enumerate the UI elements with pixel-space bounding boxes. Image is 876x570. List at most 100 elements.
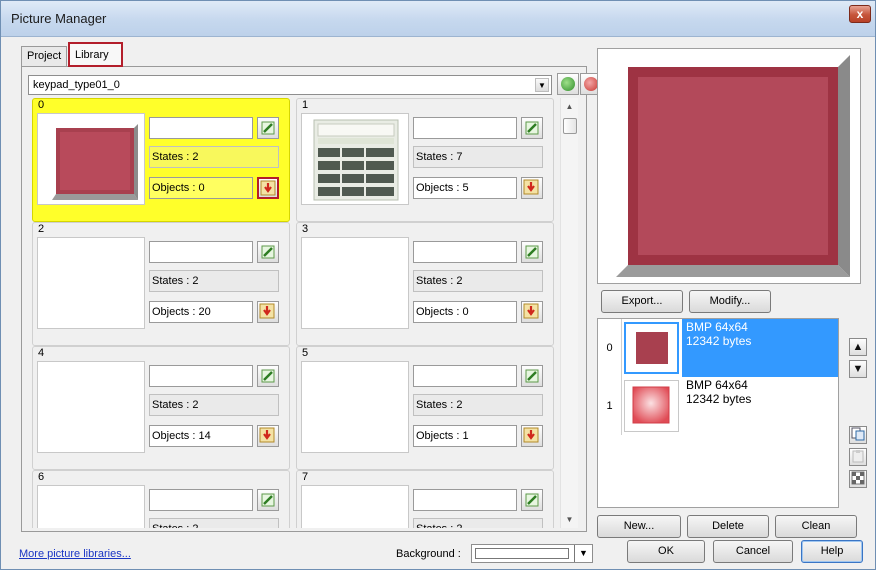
pink-tile-state-thumbnail [632, 386, 670, 424]
objects-button[interactable] [257, 301, 279, 323]
move-state-down-button[interactable]: ▼ [849, 360, 867, 378]
picture-cell-0[interactable]: 0 States : 2 Objects : 0 [32, 98, 290, 222]
move-state-up-button[interactable]: ▲ [849, 338, 867, 356]
picture-name-field[interactable] [413, 489, 517, 511]
picture-index: 7 [302, 471, 309, 483]
states-count: States : 2 [413, 518, 543, 528]
picture-cell-2[interactable]: 2 States : 2 Objects : 20 [32, 222, 290, 346]
paste-state-button[interactable] [849, 448, 867, 466]
export-button[interactable]: Export... [601, 290, 683, 313]
state-size: 12342 bytes [686, 392, 752, 406]
picture-thumbnail[interactable] [37, 113, 145, 205]
objects-button[interactable] [521, 425, 543, 447]
more-libraries-link[interactable]: More picture libraries... [19, 548, 131, 560]
state-row-1[interactable]: 1 BMP 64x64 12342 bytes [598, 377, 838, 435]
help-button[interactable]: Help [801, 540, 863, 563]
edit-name-button[interactable] [521, 117, 543, 139]
chevron-down-icon[interactable]: ▼ [574, 545, 592, 562]
delete-state-button[interactable]: Delete [687, 515, 769, 538]
state-size: 12342 bytes [686, 334, 752, 348]
title-bar[interactable]: Picture Manager x [1, 1, 875, 37]
tab-project[interactable]: Project [21, 46, 67, 67]
library-dropdown[interactable]: keypad_type01_0 ▼ [28, 75, 552, 95]
new-state-button[interactable]: New... [597, 515, 681, 538]
checkerboard-icon [851, 471, 865, 485]
download-objects-icon [259, 427, 275, 443]
pencil-icon [525, 369, 539, 383]
picture-thumbnail[interactable] [37, 361, 145, 453]
arrow-down-icon: ▼ [852, 363, 864, 375]
states-count: States : 2 [413, 394, 543, 416]
pencil-icon [261, 369, 275, 383]
red-tile-state-thumbnail [636, 332, 668, 364]
refresh-icon [561, 77, 575, 91]
picture-thumbnail[interactable] [301, 485, 409, 528]
chevron-down-icon[interactable]: ▼ [535, 78, 549, 92]
objects-count: Objects : 1 [413, 425, 517, 447]
background-color-swatch [475, 548, 569, 559]
edit-name-button[interactable] [521, 489, 543, 511]
transparent-button[interactable] [849, 470, 867, 488]
add-library-button[interactable] [557, 73, 579, 95]
picture-name-field[interactable] [413, 241, 517, 263]
download-objects-icon [260, 180, 276, 196]
picture-grid-scrollbar[interactable]: ▲ ▼ [560, 98, 578, 528]
state-row-0[interactable]: 0 BMP 64x64 12342 bytes [598, 319, 838, 377]
library-dropdown-value: keypad_type01_0 [33, 79, 120, 91]
objects-button[interactable] [257, 425, 279, 447]
picture-cell-1[interactable]: 1 States : 7 Objects: 5 [296, 98, 554, 222]
picture-index: 1 [302, 99, 309, 111]
states-count: States : 2 [149, 270, 279, 292]
picture-cell-5[interactable]: 5 States : 2 Objects : 1 [296, 346, 554, 470]
scroll-up-button[interactable]: ▲ [561, 98, 578, 115]
picture-thumbnail[interactable] [301, 361, 409, 453]
objects-button[interactable] [521, 177, 543, 199]
tab-library[interactable]: Library [68, 42, 123, 67]
edit-name-button[interactable] [257, 365, 279, 387]
objects-button[interactable] [257, 177, 279, 199]
ok-button[interactable]: OK [627, 540, 705, 563]
picture-thumbnail[interactable] [37, 485, 145, 528]
copy-state-button[interactable] [849, 426, 867, 444]
picture-name-field[interactable] [413, 365, 517, 387]
background-color-select[interactable]: ▼ [471, 544, 593, 563]
picture-name-field[interactable] [149, 241, 253, 263]
state-info: BMP 64x64 12342 bytes [682, 377, 838, 435]
picture-cell-4[interactable]: 4 States : 2 Objects : 14 [32, 346, 290, 470]
arrow-up-icon: ▲ [852, 341, 864, 353]
edit-name-button[interactable] [521, 241, 543, 263]
picture-cell-6[interactable]: 6 States : 2 [32, 470, 290, 528]
picture-thumbnail[interactable] [37, 237, 145, 329]
picture-grid[interactable]: 0 States : 2 Objects : 0 1 States: 7 Ob… [28, 98, 559, 528]
edit-name-button[interactable] [521, 365, 543, 387]
states-list[interactable]: 0 BMP 64x64 12342 bytes 1 BMP 64x64 1234… [597, 318, 839, 508]
picture-name-field[interactable] [413, 117, 517, 139]
picture-cell-7[interactable]: 7 States : 2 [296, 470, 554, 528]
pencil-icon [525, 245, 539, 259]
picture-cell-3[interactable]: 3 States : 2 Objects : 0 [296, 222, 554, 346]
edit-name-button[interactable] [257, 241, 279, 263]
picture-name-field[interactable] [149, 365, 253, 387]
state-info: BMP 64x64 12342 bytes [682, 319, 838, 377]
window-title: Picture Manager [11, 11, 107, 26]
download-objects-icon [523, 427, 539, 443]
cancel-button[interactable]: Cancel [713, 540, 793, 563]
download-objects-icon [523, 303, 539, 319]
state-format: BMP 64x64 [686, 378, 748, 392]
picture-preview [597, 48, 861, 284]
objects-button[interactable] [521, 301, 543, 323]
picture-thumbnail[interactable] [301, 113, 409, 205]
picture-name-field[interactable] [149, 117, 253, 139]
download-objects-icon [523, 179, 539, 195]
clean-states-button[interactable]: Clean [775, 515, 857, 538]
edit-name-button[interactable] [257, 117, 279, 139]
picture-thumbnail[interactable] [301, 237, 409, 329]
close-button[interactable]: x [849, 5, 871, 23]
scroll-down-button[interactable]: ▼ [561, 511, 578, 528]
modify-button[interactable]: Modify... [689, 290, 771, 313]
objects-count: Objects : 0 [149, 177, 253, 199]
picture-name-field[interactable] [149, 489, 253, 511]
state-index: 0 [598, 319, 622, 377]
edit-name-button[interactable] [257, 489, 279, 511]
scroll-thumb[interactable] [563, 118, 577, 134]
